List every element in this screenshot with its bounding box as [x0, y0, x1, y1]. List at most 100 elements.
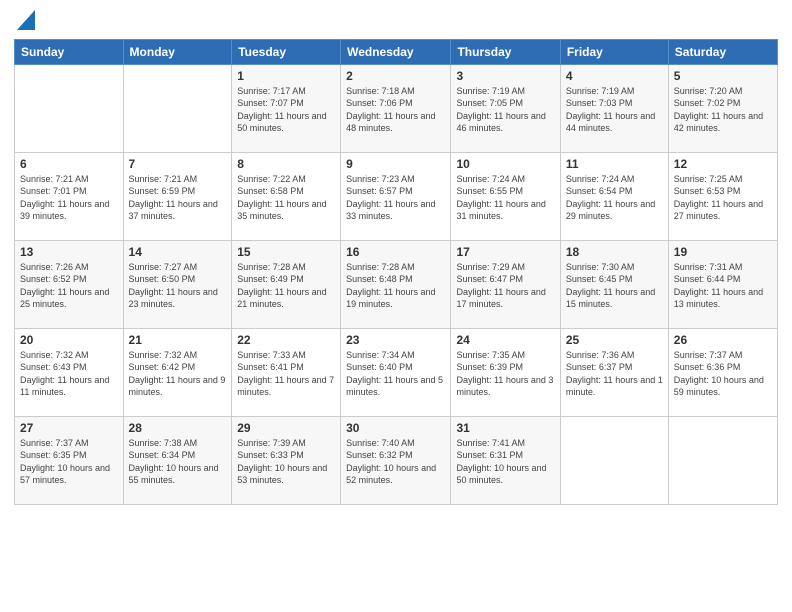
day-info: Sunrise: 7:26 AM Sunset: 6:52 PM Dayligh…: [20, 261, 118, 311]
day-number: 30: [346, 421, 445, 435]
calendar-cell: 2 Sunrise: 7:18 AM Sunset: 7:06 PM Daylig…: [341, 64, 451, 152]
day-info: Sunrise: 7:21 AM Sunset: 7:01 PM Dayligh…: [20, 173, 118, 223]
day-info: Sunrise: 7:36 AM Sunset: 6:37 PM Dayligh…: [566, 349, 663, 399]
day-number: 23: [346, 333, 445, 347]
day-info: Sunrise: 7:32 AM Sunset: 6:42 PM Dayligh…: [129, 349, 227, 399]
day-number: 2: [346, 69, 445, 83]
calendar-cell: [123, 64, 232, 152]
weekday-header-saturday: Saturday: [668, 39, 777, 64]
weekday-header-friday: Friday: [560, 39, 668, 64]
day-number: 16: [346, 245, 445, 259]
day-info: Sunrise: 7:20 AM Sunset: 7:02 PM Dayligh…: [674, 85, 772, 135]
day-info: Sunrise: 7:29 AM Sunset: 6:47 PM Dayligh…: [456, 261, 554, 311]
day-info: Sunrise: 7:19 AM Sunset: 7:05 PM Dayligh…: [456, 85, 554, 135]
week-row-1: 1 Sunrise: 7:17 AM Sunset: 7:07 PM Daylig…: [15, 64, 778, 152]
calendar-cell: 3 Sunrise: 7:19 AM Sunset: 7:05 PM Daylig…: [451, 64, 560, 152]
day-number: 22: [237, 333, 335, 347]
calendar-cell: 12Sunrise: 7:25 AM Sunset: 6:53 PM Dayli…: [668, 152, 777, 240]
week-row-3: 13 Sunrise: 7:26 AM Sunset: 6:52 PM Dayli…: [15, 240, 778, 328]
day-number: 11: [566, 157, 663, 171]
day-info: Sunrise: 7:19 AM Sunset: 7:03 PM Dayligh…: [566, 85, 663, 135]
calendar-cell: 30 Sunrise: 7:40 AM Sunset: 6:32 PM Dayli…: [341, 416, 451, 504]
calendar-cell: 10 Sunrise: 7:24 AM Sunset: 6:55 PM Dayli…: [451, 152, 560, 240]
calendar-cell: 7Sunrise: 7:21 AM Sunset: 6:59 PM Daylig…: [123, 152, 232, 240]
page: SundayMondayTuesdayWednesdayThursdayFrid…: [0, 0, 792, 612]
calendar-cell: 28 Sunrise: 7:38 AM Sunset: 6:34 PM Dayli…: [123, 416, 232, 504]
day-number: 21: [129, 333, 227, 347]
calendar-table: SundayMondayTuesdayWednesdayThursdayFrid…: [14, 39, 778, 505]
calendar-cell: 20Sunrise: 7:32 AM Sunset: 6:43 PM Dayli…: [15, 328, 124, 416]
calendar-cell: 1 Sunrise: 7:17 AM Sunset: 7:07 PM Daylig…: [232, 64, 341, 152]
calendar-cell: 31 Sunrise: 7:41 AM Sunset: 6:31 PM Dayli…: [451, 416, 560, 504]
day-info: Sunrise: 7:22 AM Sunset: 6:58 PM Dayligh…: [237, 173, 335, 223]
weekday-header-thursday: Thursday: [451, 39, 560, 64]
day-number: 3: [456, 69, 554, 83]
day-number: 8: [237, 157, 335, 171]
calendar-cell: 9Sunrise: 7:23 AM Sunset: 6:57 PM Daylig…: [341, 152, 451, 240]
weekday-header-row: SundayMondayTuesdayWednesdayThursdayFrid…: [15, 39, 778, 64]
calendar-cell: 5Sunrise: 7:20 AM Sunset: 7:02 PM Daylig…: [668, 64, 777, 152]
calendar-cell: 15 Sunrise: 7:28 AM Sunset: 6:49 PM Dayli…: [232, 240, 341, 328]
day-number: 18: [566, 245, 663, 259]
day-info: Sunrise: 7:17 AM Sunset: 7:07 PM Dayligh…: [237, 85, 335, 135]
day-info: Sunrise: 7:37 AM Sunset: 6:36 PM Dayligh…: [674, 349, 772, 399]
day-number: 29: [237, 421, 335, 435]
day-number: 13: [20, 245, 118, 259]
day-number: 28: [129, 421, 227, 435]
calendar-cell: 6Sunrise: 7:21 AM Sunset: 7:01 PM Daylig…: [15, 152, 124, 240]
day-info: Sunrise: 7:41 AM Sunset: 6:31 PM Dayligh…: [456, 437, 554, 487]
day-info: Sunrise: 7:35 AM Sunset: 6:39 PM Dayligh…: [456, 349, 554, 399]
day-number: 26: [674, 333, 772, 347]
day-info: Sunrise: 7:34 AM Sunset: 6:40 PM Dayligh…: [346, 349, 445, 399]
header: [14, 10, 778, 33]
logo-icon: [17, 10, 35, 30]
day-number: 1: [237, 69, 335, 83]
day-number: 15: [237, 245, 335, 259]
day-info: Sunrise: 7:25 AM Sunset: 6:53 PM Dayligh…: [674, 173, 772, 223]
day-info: Sunrise: 7:18 AM Sunset: 7:06 PM Dayligh…: [346, 85, 445, 135]
day-info: Sunrise: 7:24 AM Sunset: 6:55 PM Dayligh…: [456, 173, 554, 223]
calendar-cell: 25 Sunrise: 7:36 AM Sunset: 6:37 PM Dayli…: [560, 328, 668, 416]
day-number: 25: [566, 333, 663, 347]
day-info: Sunrise: 7:38 AM Sunset: 6:34 PM Dayligh…: [129, 437, 227, 487]
day-info: Sunrise: 7:24 AM Sunset: 6:54 PM Dayligh…: [566, 173, 663, 223]
day-info: Sunrise: 7:27 AM Sunset: 6:50 PM Dayligh…: [129, 261, 227, 311]
day-number: 4: [566, 69, 663, 83]
day-number: 24: [456, 333, 554, 347]
calendar-cell: 17 Sunrise: 7:29 AM Sunset: 6:47 PM Dayli…: [451, 240, 560, 328]
week-row-2: 6Sunrise: 7:21 AM Sunset: 7:01 PM Daylig…: [15, 152, 778, 240]
day-info: Sunrise: 7:31 AM Sunset: 6:44 PM Dayligh…: [674, 261, 772, 311]
day-number: 27: [20, 421, 118, 435]
calendar-cell: 8 Sunrise: 7:22 AM Sunset: 6:58 PM Daylig…: [232, 152, 341, 240]
day-info: Sunrise: 7:28 AM Sunset: 6:49 PM Dayligh…: [237, 261, 335, 311]
day-info: Sunrise: 7:33 AM Sunset: 6:41 PM Dayligh…: [237, 349, 335, 399]
day-info: Sunrise: 7:21 AM Sunset: 6:59 PM Dayligh…: [129, 173, 227, 223]
calendar-cell: 14 Sunrise: 7:27 AM Sunset: 6:50 PM Dayli…: [123, 240, 232, 328]
calendar-cell: 18 Sunrise: 7:30 AM Sunset: 6:45 PM Dayli…: [560, 240, 668, 328]
day-info: Sunrise: 7:39 AM Sunset: 6:33 PM Dayligh…: [237, 437, 335, 487]
calendar-cell: 4 Sunrise: 7:19 AM Sunset: 7:03 PM Daylig…: [560, 64, 668, 152]
weekday-header-sunday: Sunday: [15, 39, 124, 64]
week-row-4: 20Sunrise: 7:32 AM Sunset: 6:43 PM Dayli…: [15, 328, 778, 416]
calendar-cell: 19Sunrise: 7:31 AM Sunset: 6:44 PM Dayli…: [668, 240, 777, 328]
day-number: 14: [129, 245, 227, 259]
day-number: 10: [456, 157, 554, 171]
day-info: Sunrise: 7:32 AM Sunset: 6:43 PM Dayligh…: [20, 349, 118, 399]
calendar-cell: 22 Sunrise: 7:33 AM Sunset: 6:41 PM Dayli…: [232, 328, 341, 416]
day-number: 17: [456, 245, 554, 259]
calendar-cell: [15, 64, 124, 152]
weekday-header-monday: Monday: [123, 39, 232, 64]
day-info: Sunrise: 7:23 AM Sunset: 6:57 PM Dayligh…: [346, 173, 445, 223]
calendar-cell: 26 Sunrise: 7:37 AM Sunset: 6:36 PM Dayli…: [668, 328, 777, 416]
weekday-header-tuesday: Tuesday: [232, 39, 341, 64]
day-info: Sunrise: 7:40 AM Sunset: 6:32 PM Dayligh…: [346, 437, 445, 487]
calendar-cell: 29 Sunrise: 7:39 AM Sunset: 6:33 PM Dayli…: [232, 416, 341, 504]
calendar-cell: [668, 416, 777, 504]
calendar-cell: 23 Sunrise: 7:34 AM Sunset: 6:40 PM Dayli…: [341, 328, 451, 416]
day-number: 31: [456, 421, 554, 435]
logo: [14, 16, 35, 33]
calendar-cell: 24 Sunrise: 7:35 AM Sunset: 6:39 PM Dayli…: [451, 328, 560, 416]
calendar-cell: 16Sunrise: 7:28 AM Sunset: 6:48 PM Dayli…: [341, 240, 451, 328]
day-info: Sunrise: 7:30 AM Sunset: 6:45 PM Dayligh…: [566, 261, 663, 311]
calendar-cell: 21 Sunrise: 7:32 AM Sunset: 6:42 PM Dayli…: [123, 328, 232, 416]
